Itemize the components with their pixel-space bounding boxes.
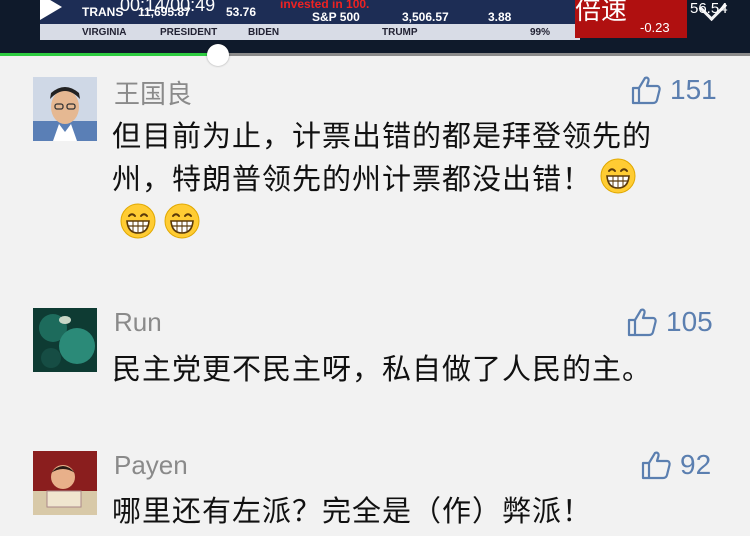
ticker-right-change: -0.23 <box>640 20 670 35</box>
ticker-race: PRESIDENT <box>160 27 218 38</box>
ticker-sp-value: 3,506.57 <box>402 10 449 24</box>
like-button[interactable]: 105 <box>626 306 713 338</box>
progress-knob[interactable] <box>206 44 229 66</box>
video-time: 00:14/00:49 <box>120 0 215 16</box>
like-count: 151 <box>670 74 717 105</box>
avatar[interactable] <box>33 308 97 372</box>
comment-text: 但目前为止，计票出错的都是拜登领先的 州，特朗普领先的州计票都没出错！ <box>112 115 712 246</box>
duration: 00:49 <box>170 0 216 15</box>
speed-button[interactable]: 倍速 <box>575 0 627 27</box>
current-time: 00:14 <box>120 0 166 15</box>
username[interactable]: 王国良 <box>114 74 192 111</box>
thumbs-up-icon <box>627 308 657 337</box>
comment-line: 但目前为止，计票出错的都是拜登领先的 <box>112 119 653 153</box>
avatar[interactable] <box>33 77 97 141</box>
comment-text: 民主党更不民主呀，私自做了人民的主。 <box>112 348 712 391</box>
ticker-percent: 99% <box>530 27 551 38</box>
progress-fill <box>0 53 218 56</box>
username[interactable]: Run <box>114 307 162 338</box>
comment-text: 哪里还有左派？完全是（作）弊派！ <box>112 490 712 533</box>
ticker-index-label: TRANS <box>82 5 124 19</box>
video-player[interactable]: TRANS 11,695.87 53.76 invested in 100. S… <box>0 0 750 55</box>
comment-line: 州，特朗普领先的州计票都没出错！ <box>112 162 593 196</box>
grinning-face-icon <box>112 203 156 241</box>
comment-line: 民主党更不民主呀，私自做了人民的主。 <box>112 352 653 386</box>
ticker-state: VIRGINIA <box>82 27 127 38</box>
ticker-index-change: 53.76 <box>226 5 257 19</box>
ticker-sp-change: 3.88 <box>488 10 512 24</box>
like-count: 105 <box>666 306 713 337</box>
ticker-sp-label: S&P 500 <box>312 10 360 24</box>
username[interactable]: Payen <box>114 450 188 481</box>
like-button[interactable]: 151 <box>630 74 717 106</box>
thumbs-up-icon <box>631 76 661 105</box>
ticker-candidate-a: BIDEN <box>248 27 280 38</box>
grinning-face-icon <box>592 158 636 196</box>
like-button[interactable]: 92 <box>640 449 711 481</box>
avatar[interactable] <box>33 451 97 515</box>
ticker-candidate-b: TRUMP <box>382 27 418 38</box>
play-icon[interactable] <box>40 0 62 20</box>
comment-line: 哪里还有左派？完全是（作）弊派！ <box>112 494 593 528</box>
grinning-face-icon <box>156 203 200 241</box>
like-count: 92 <box>680 449 712 480</box>
thumbs-up-icon <box>641 451 671 480</box>
